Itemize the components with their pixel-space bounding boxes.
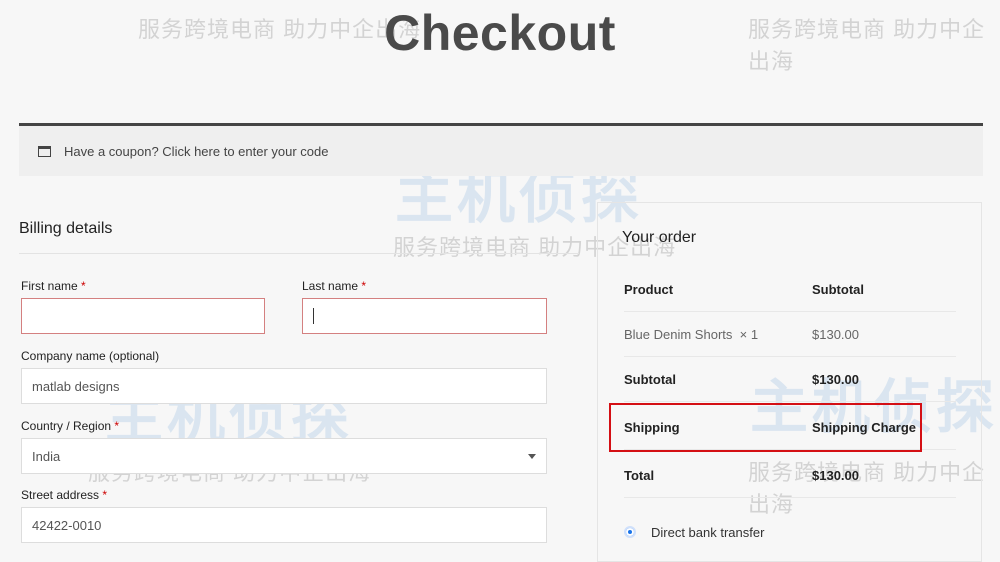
text-cursor (313, 308, 314, 324)
company-input[interactable]: matlab designs (21, 368, 547, 404)
window-icon (38, 145, 51, 157)
total-row: Total $130.00 (624, 453, 956, 498)
order-heading: Your order (622, 229, 697, 246)
last-name-label: Last name * (302, 279, 367, 293)
first-name-label: First name * (21, 279, 86, 293)
first-name-input[interactable] (21, 298, 265, 334)
order-item-row: Blue Denim Shorts × 1 $130.00 (624, 312, 956, 357)
payment-radio[interactable] (624, 526, 636, 538)
page-title: Checkout (384, 5, 616, 61)
highlight-box (609, 403, 922, 452)
payment-method-label[interactable]: Direct bank transfer (651, 525, 764, 540)
divider (19, 253, 579, 254)
street-label: Street address * (21, 488, 108, 502)
coupon-notice[interactable]: Have a coupon? Click here to enter your … (19, 126, 983, 176)
company-label: Company name (optional) (21, 349, 160, 363)
subtotal-row: Subtotal $130.00 (624, 357, 956, 402)
chevron-down-icon (528, 454, 536, 463)
coupon-link[interactable]: Have a coupon? Click here to enter your … (64, 144, 329, 159)
street-input[interactable]: 42422-0010 (21, 507, 547, 543)
billing-heading: Billing details (19, 220, 113, 237)
order-header-row: Product Subtotal (624, 267, 956, 312)
last-name-input[interactable] (302, 298, 547, 334)
country-select[interactable]: India (21, 438, 547, 474)
country-label: Country / Region * (21, 419, 120, 433)
